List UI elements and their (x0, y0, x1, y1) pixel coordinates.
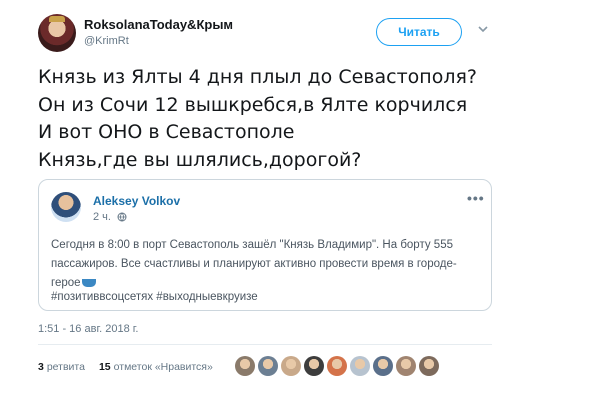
tweet-text: Князь из Ялты 4 дня плыл до Севастополя?… (38, 64, 558, 174)
quoted-author-name[interactable]: Aleksey Volkov (93, 194, 180, 208)
ship-emoji-icon (81, 278, 96, 287)
tweet-text-line: И вот ОНО в Севастополе (38, 121, 295, 143)
tweet-text-line: Он из Сочи 12 вышкребся,в Ялте корчился (38, 93, 468, 116)
quoted-author-avatar[interactable] (51, 192, 81, 222)
quoted-hashtags[interactable]: #позитиввсоцсетях #выходныевкруизе (51, 291, 258, 303)
likes-count[interactable]: 15 (99, 361, 111, 373)
quoted-tweet-time[interactable]: 2 ч. (93, 211, 111, 223)
quoted-text-line: Сегодня в 8:00 в порт Севастополь зашёл … (51, 239, 453, 251)
author-avatar[interactable] (38, 14, 76, 52)
likes-label[interactable]: отметок «Нравится» (114, 361, 213, 373)
quoted-tweet-card[interactable]: Aleksey Volkov 2 ч. ••• Сегодня в 8:00 в… (38, 179, 492, 311)
liker-avatar[interactable] (258, 356, 278, 376)
liker-avatar[interactable] (235, 356, 255, 376)
quoted-text-last: герое (51, 277, 81, 289)
tweet-stats: 3 ретвита 15 отметок «Нравится» (38, 361, 213, 373)
liker-avatar[interactable] (327, 356, 347, 376)
author-display-name[interactable]: RoksolanaToday&Крым (84, 17, 233, 32)
liker-avatar[interactable] (350, 356, 370, 376)
tweet-timestamp[interactable]: 1:51 - 16 авг. 2018 г. (38, 323, 138, 335)
follow-button[interactable]: Читать (376, 18, 462, 46)
divider (38, 344, 492, 345)
liker-avatar[interactable] (419, 356, 439, 376)
quoted-tweet-text: Сегодня в 8:00 в порт Севастополь зашёл … (51, 236, 483, 293)
liker-avatar[interactable] (373, 356, 393, 376)
likers-avatars (235, 356, 439, 376)
author-handle[interactable]: @KrimRt (84, 35, 129, 47)
quoted-text-line: пассажиров. Все счастливы и планируют ак… (51, 258, 457, 270)
tweet: RoksolanaToday&Крым @KrimRt Читать Князь… (0, 0, 600, 404)
liker-avatar[interactable] (281, 356, 301, 376)
tweet-text-line: Князь из Ялты 4 дня плыл до Севастополя? (38, 66, 477, 88)
retweets-label[interactable]: ретвита (47, 361, 85, 373)
more-options-icon[interactable]: ••• (467, 190, 485, 206)
chevron-down-icon[interactable] (476, 22, 490, 36)
retweets-count[interactable]: 3 (38, 361, 44, 373)
tweet-text-line: Князь,где вы шлялись,дорогой? (38, 148, 362, 171)
globe-icon (117, 212, 127, 222)
liker-avatar[interactable] (304, 356, 324, 376)
liker-avatar[interactable] (396, 356, 416, 376)
